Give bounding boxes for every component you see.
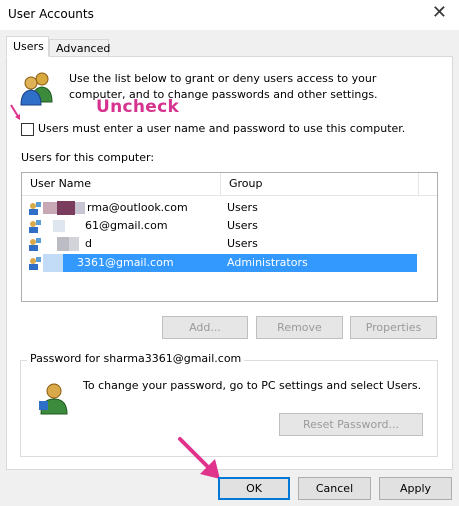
- apply-button[interactable]: Apply: [379, 477, 452, 500]
- table-row[interactable]: 61@gmail.com Users: [22, 217, 437, 235]
- table-row[interactable]: rma@outlook.com Users: [22, 199, 437, 217]
- tab-users[interactable]: Users: [6, 36, 49, 57]
- cancel-button[interactable]: Cancel: [298, 477, 371, 500]
- window-title: User Accounts: [8, 7, 94, 21]
- redacted-block: [57, 201, 75, 215]
- reset-password-button[interactable]: Reset Password...: [279, 413, 423, 436]
- redacted-block: [57, 237, 69, 251]
- pink-arrow-icon: [10, 104, 20, 120]
- user-icon: [29, 202, 41, 215]
- redacted-block: [43, 254, 63, 272]
- user-name: 61@gmail.com: [85, 219, 168, 232]
- user-icon: [39, 383, 68, 415]
- password-groupbox: [20, 360, 438, 457]
- properties-button[interactable]: Properties: [350, 316, 437, 339]
- user-name-cell: 61@gmail.com: [43, 217, 221, 235]
- user-icon: [29, 238, 41, 251]
- add-user-button[interactable]: Add...: [162, 316, 248, 339]
- ok-button[interactable]: OK: [218, 477, 290, 500]
- user-name-cell: rma@outlook.com: [43, 199, 221, 217]
- password-instructions: To change your password, go to PC settin…: [83, 379, 422, 392]
- column-header-user-name[interactable]: User Name: [22, 173, 221, 195]
- group-cell: Users: [227, 237, 258, 250]
- title-bar: User Accounts ✕: [0, 0, 459, 30]
- require-password-checkbox[interactable]: [21, 123, 34, 136]
- redacted-block: [53, 220, 65, 232]
- user-name: rma@outlook.com: [87, 201, 188, 214]
- remove-user-button[interactable]: Remove: [256, 316, 343, 339]
- user-icon: [29, 257, 41, 270]
- table-row-selected[interactable]: 3361@gmail.com Administrators: [22, 254, 437, 272]
- group-cell: Users: [227, 201, 258, 214]
- require-password-label[interactable]: Users must enter a user name and passwor…: [38, 122, 405, 135]
- user-name: d: [85, 237, 92, 250]
- users-list-label: Users for this computer:: [21, 151, 155, 164]
- redacted-block: [75, 202, 85, 214]
- close-icon[interactable]: ✕: [432, 3, 447, 23]
- tab-advanced[interactable]: Advanced: [49, 39, 110, 57]
- group-cell: Administrators: [227, 256, 308, 269]
- redacted-block: [69, 237, 79, 251]
- group-cell: Users: [227, 219, 258, 232]
- password-group-label: Password for sharma3361@gmail.com: [27, 352, 245, 365]
- user-name-cell: d: [43, 235, 221, 253]
- redacted-block: [43, 202, 57, 214]
- list-header: User Name Group: [22, 173, 437, 196]
- user-icon: [29, 220, 41, 233]
- user-name: 3361@gmail.com: [77, 256, 174, 269]
- annotation-uncheck: Uncheck: [96, 97, 180, 117]
- column-header-group[interactable]: Group: [221, 173, 419, 195]
- user-name-cell: 3361@gmail.com: [43, 254, 221, 272]
- pink-arrow-icon: [178, 437, 220, 479]
- users-listview[interactable]: User Name Group rma@outlook.com Users 61…: [21, 172, 438, 302]
- table-row[interactable]: d Users: [22, 235, 437, 253]
- users-icon: [20, 72, 53, 106]
